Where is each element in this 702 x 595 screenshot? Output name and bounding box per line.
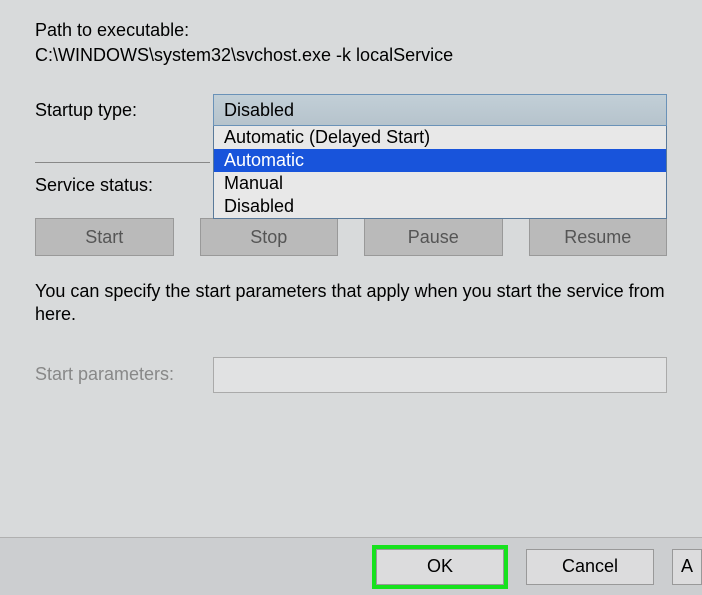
ok-highlight: OK <box>372 545 508 589</box>
path-label: Path to executable: <box>35 20 667 41</box>
cancel-button[interactable]: Cancel <box>526 549 654 585</box>
start-parameters-label: Start parameters: <box>35 364 213 385</box>
dropdown-selected-value[interactable]: Disabled <box>213 94 667 126</box>
ok-button[interactable]: OK <box>376 549 504 585</box>
stop-button[interactable]: Stop <box>200 218 339 256</box>
dropdown-option-disabled[interactable]: Disabled <box>214 195 666 218</box>
dropdown-option-delayed[interactable]: Automatic (Delayed Start) <box>214 126 666 149</box>
startup-type-dropdown[interactable]: Disabled Automatic (Delayed Start) Autom… <box>213 94 667 126</box>
resume-button[interactable]: Resume <box>529 218 668 256</box>
dropdown-option-manual[interactable]: Manual <box>214 172 666 195</box>
dropdown-list[interactable]: Automatic (Delayed Start) Automatic Manu… <box>213 126 667 219</box>
dialog-footer: OK Cancel A <box>0 537 702 595</box>
startup-type-label: Startup type: <box>35 94 213 121</box>
service-status-label: Service status: <box>35 175 213 196</box>
helper-text: You can specify the start parameters tha… <box>35 280 667 327</box>
start-parameters-input[interactable] <box>213 357 667 393</box>
apply-button[interactable]: A <box>672 549 702 585</box>
divider <box>35 162 210 163</box>
pause-button[interactable]: Pause <box>364 218 503 256</box>
dropdown-option-automatic[interactable]: Automatic <box>214 149 666 172</box>
path-value: C:\WINDOWS\system32\svchost.exe -k local… <box>35 45 667 66</box>
start-button[interactable]: Start <box>35 218 174 256</box>
